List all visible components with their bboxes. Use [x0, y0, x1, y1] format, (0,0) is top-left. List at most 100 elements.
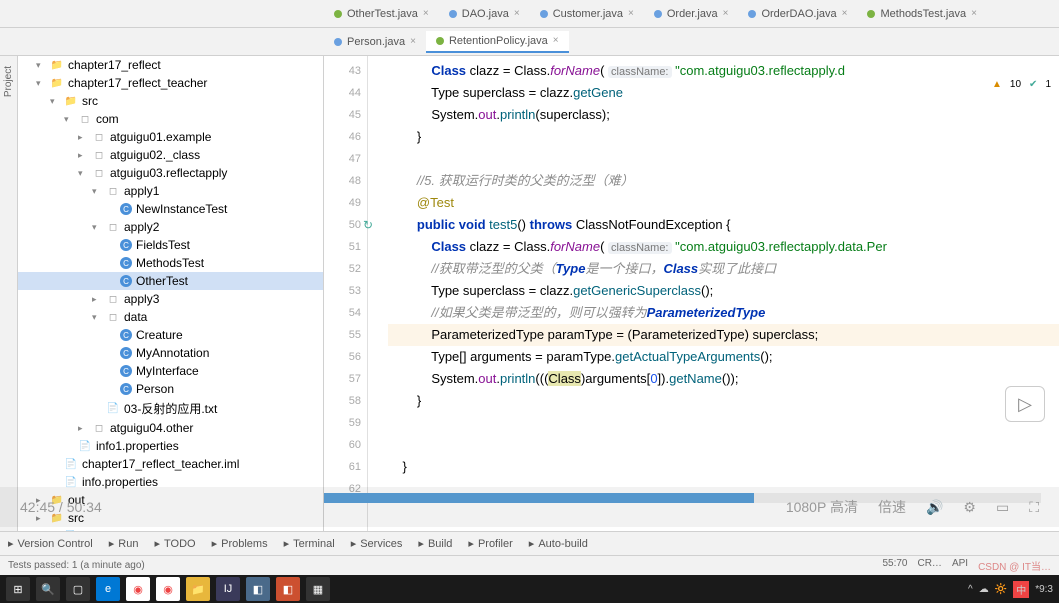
expand-arrow-icon[interactable]: ▸: [78, 132, 88, 143]
tree-node[interactable]: ▾◻data: [18, 308, 323, 326]
editor-tab[interactable]: Order.java×: [644, 4, 739, 24]
tray-icon[interactable]: ☁: [979, 584, 989, 595]
tool-window-button[interactable]: ▸Run: [109, 537, 139, 550]
close-icon[interactable]: ×: [410, 36, 416, 47]
code-line[interactable]: }: [388, 126, 1059, 148]
intellij-icon[interactable]: IJ: [216, 577, 240, 601]
code-line[interactable]: public void test5() throws ClassNotFound…: [388, 214, 1059, 236]
cursor-position[interactable]: 55:70: [882, 558, 907, 573]
code-line[interactable]: }: [388, 456, 1059, 478]
expand-arrow-icon[interactable]: ▾: [36, 78, 46, 89]
editor-tab[interactable]: RetentionPolicy.java×: [426, 31, 569, 53]
code-line[interactable]: @Test: [388, 192, 1059, 214]
api-indicator[interactable]: API: [952, 558, 968, 573]
close-icon[interactable]: ×: [971, 8, 977, 19]
picture-in-picture-button[interactable]: ▷: [1005, 386, 1045, 422]
app-icon-3[interactable]: ▦: [306, 577, 330, 601]
expand-arrow-icon[interactable]: ▾: [92, 312, 102, 323]
close-icon[interactable]: ×: [553, 35, 559, 46]
code-line[interactable]: Type[] arguments = paramType.getActualTy…: [388, 346, 1059, 368]
code-line[interactable]: Class clazz = Class.forName( className: …: [388, 60, 1059, 82]
expand-arrow-icon[interactable]: ▾: [92, 222, 102, 233]
editor-tab[interactable]: Person.java×: [324, 31, 426, 53]
code-line[interactable]: //5. 获取运行时类的父类的泛型（难）: [388, 170, 1059, 192]
tree-node[interactable]: CMyInterface: [18, 362, 323, 380]
editor-tab[interactable]: OtherTest.java×: [324, 4, 439, 24]
close-icon[interactable]: ×: [842, 8, 848, 19]
code-line[interactable]: [388, 434, 1059, 456]
chrome-icon[interactable]: ◉: [126, 577, 150, 601]
tool-window-button[interactable]: ▸Services: [351, 537, 403, 550]
app-icon-2[interactable]: ◧: [276, 577, 300, 601]
video-quality[interactable]: 1080P 高清: [786, 497, 858, 517]
line-separator[interactable]: CR…: [917, 558, 941, 573]
close-icon[interactable]: ×: [423, 8, 429, 19]
inspection-badges[interactable]: ▲10 ✔1: [992, 74, 1051, 96]
clock[interactable]: *9:3: [1035, 584, 1053, 595]
code-line[interactable]: //如果父类是带泛型的，则可以强转为ParameterizedType: [388, 302, 1059, 324]
tree-node[interactable]: ▾◻com: [18, 110, 323, 128]
expand-arrow-icon[interactable]: ▸: [78, 150, 88, 161]
expand-arrow-icon[interactable]: ▸: [78, 423, 88, 434]
fullscreen-icon[interactable]: ⛶: [1029, 499, 1039, 516]
start-button[interactable]: ⊞: [6, 577, 30, 601]
code-line[interactable]: Type superclass = clazz.getGene: [388, 82, 1059, 104]
tree-node[interactable]: ▾📁chapter17_reflect_teacher: [18, 74, 323, 92]
code-line[interactable]: //获取带泛型的父类（Type是一个接口，Class实现了此接口: [388, 258, 1059, 280]
code-line[interactable]: System.out.println(((Class)arguments[0])…: [388, 368, 1059, 390]
expand-arrow-icon[interactable]: ▾: [36, 60, 46, 71]
volume-icon[interactable]: 🔊: [926, 499, 943, 516]
tool-window-button[interactable]: ▸TODO: [154, 537, 195, 550]
tree-node[interactable]: ▾📁src: [18, 92, 323, 110]
tree-node[interactable]: CMyAnnotation: [18, 344, 323, 362]
tree-node[interactable]: ▸◻atguigu04.other: [18, 419, 323, 437]
task-view-icon[interactable]: ▢: [66, 577, 90, 601]
editor-tab[interactable]: OrderDAO.java×: [738, 4, 857, 24]
tool-window-button[interactable]: ▸Terminal: [284, 537, 335, 550]
code-line[interactable]: ParameterizedType paramType = (Parameter…: [388, 324, 1059, 346]
tree-node[interactable]: CFieldsTest: [18, 236, 323, 254]
video-player-controls[interactable]: 42:45 / 50:34 1080P 高清 倍速 🔊 ⚙ ▭ ⛶: [0, 487, 1059, 527]
tree-node[interactable]: 📄JavaSECode.iml: [18, 527, 323, 531]
settings-icon[interactable]: ⚙: [963, 499, 976, 516]
code-area[interactable]: …Creature<java.lang.String> ▲10 ✔1 Class…: [368, 56, 1059, 531]
code-line[interactable]: Type superclass = clazz.getGenericSuperc…: [388, 280, 1059, 302]
code-line[interactable]: System.out.println(superclass);: [388, 104, 1059, 126]
tree-node[interactable]: 📄03-反射的应用.txt: [18, 398, 323, 419]
tree-node[interactable]: ▸◻atguigu01.example: [18, 128, 323, 146]
tray-icon[interactable]: 🔆: [995, 584, 1007, 595]
tool-window-button[interactable]: ▸Build: [418, 537, 452, 550]
editor-tab[interactable]: MethodsTest.java×: [857, 4, 986, 24]
expand-arrow-icon[interactable]: ▾: [92, 186, 102, 197]
code-line[interactable]: [388, 148, 1059, 170]
tree-node[interactable]: COtherTest: [18, 272, 323, 290]
widescreen-icon[interactable]: ▭: [996, 499, 1009, 516]
project-tool-label[interactable]: Project: [3, 66, 14, 97]
tool-window-button[interactable]: ▸Problems: [212, 537, 268, 550]
close-icon[interactable]: ×: [514, 8, 520, 19]
tree-node[interactable]: ▾◻apply1: [18, 182, 323, 200]
code-line[interactable]: }: [388, 390, 1059, 412]
tree-node[interactable]: 📄info1.properties: [18, 437, 323, 455]
tree-node[interactable]: ▾◻apply2: [18, 218, 323, 236]
tree-node[interactable]: 📄chapter17_reflect_teacher.iml: [18, 455, 323, 473]
close-icon[interactable]: ×: [628, 8, 634, 19]
editor-tab[interactable]: DAO.java×: [439, 4, 530, 24]
expand-arrow-icon[interactable]: ▾: [78, 168, 88, 179]
windows-taskbar[interactable]: ⊞ 🔍 ▢ e ◉ ◉ 📁 IJ ◧ ◧ ▦ ^ ☁ 🔆 中 *9:3: [0, 575, 1059, 603]
explorer-icon[interactable]: 📁: [186, 577, 210, 601]
video-speed[interactable]: 倍速: [878, 497, 906, 517]
expand-arrow-icon[interactable]: ▾: [50, 96, 60, 107]
tool-window-button[interactable]: ▸Auto-build: [529, 537, 588, 550]
tree-node[interactable]: ▾📁chapter17_reflect: [18, 56, 323, 74]
tool-window-button[interactable]: ▸Profiler: [468, 537, 512, 550]
app-icon[interactable]: ◧: [246, 577, 270, 601]
tree-node[interactable]: CNewInstanceTest: [18, 200, 323, 218]
tree-node[interactable]: CCreature: [18, 326, 323, 344]
tray-icon[interactable]: ^: [968, 584, 973, 595]
edge-icon[interactable]: e: [96, 577, 120, 601]
ime-indicator[interactable]: 中: [1013, 581, 1029, 598]
tree-node[interactable]: CPerson: [18, 380, 323, 398]
browser-icon[interactable]: ◉: [156, 577, 180, 601]
search-icon[interactable]: 🔍: [36, 577, 60, 601]
